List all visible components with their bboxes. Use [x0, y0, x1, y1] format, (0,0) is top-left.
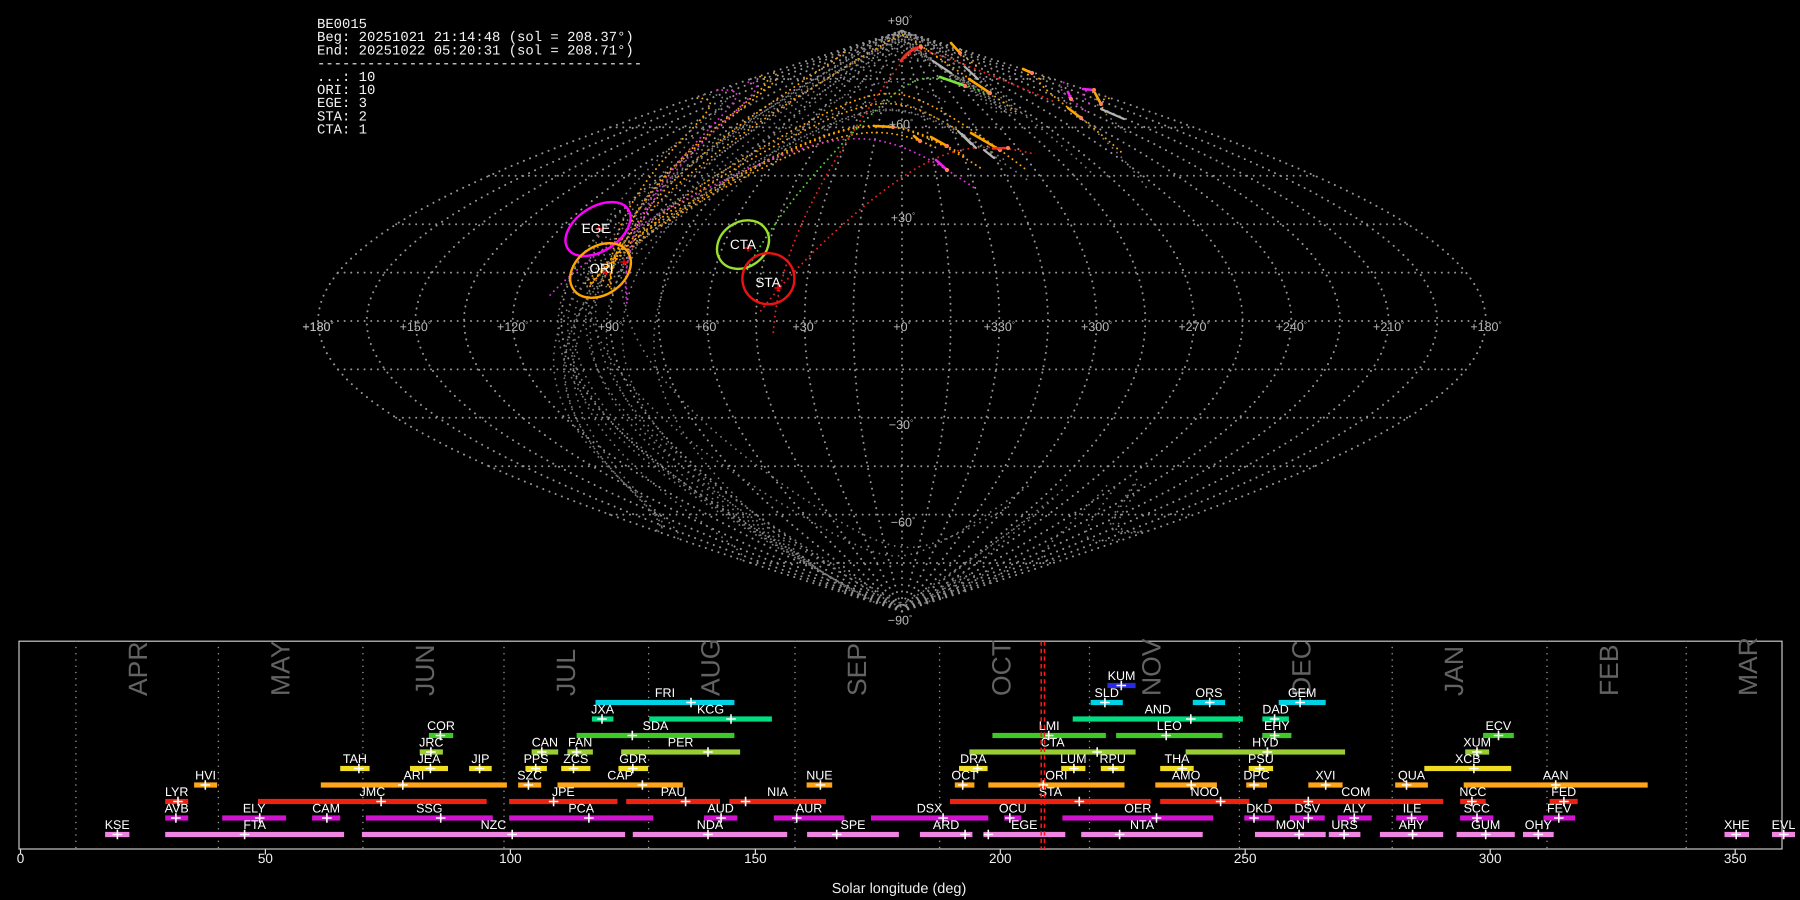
- svg-text:NIA: NIA: [767, 785, 789, 799]
- svg-text:DSX: DSX: [917, 802, 943, 816]
- svg-text:AUR: AUR: [796, 802, 822, 816]
- svg-text:−30°: −30°: [889, 418, 913, 432]
- svg-text:CAN: CAN: [532, 736, 558, 750]
- svg-text:300: 300: [1479, 851, 1502, 866]
- svg-text:350: 350: [1724, 851, 1747, 866]
- svg-text:AUG: AUG: [696, 639, 726, 696]
- svg-text:EHY: EHY: [1264, 719, 1290, 733]
- svg-text:ARI: ARI: [403, 769, 424, 783]
- svg-text:NCC: NCC: [1459, 785, 1486, 799]
- svg-text:PCA: PCA: [568, 802, 594, 816]
- svg-text:LYR: LYR: [165, 785, 188, 799]
- svg-text:COM: COM: [1341, 785, 1370, 799]
- svg-text:THA: THA: [1165, 752, 1191, 766]
- svg-text:+90°: +90°: [888, 14, 912, 28]
- svg-text:MAR: MAR: [1733, 637, 1763, 696]
- svg-text:NTA: NTA: [1130, 818, 1155, 832]
- svg-text:AMO: AMO: [1172, 769, 1201, 783]
- svg-text:EGE: EGE: [582, 221, 611, 236]
- svg-text:PER: PER: [668, 736, 694, 750]
- svg-text:SPE: SPE: [840, 818, 865, 832]
- svg-text:MON: MON: [1276, 818, 1305, 832]
- svg-text:DRA: DRA: [960, 752, 987, 766]
- svg-text:JUN: JUN: [410, 644, 440, 696]
- svg-text:LEO: LEO: [1157, 719, 1182, 733]
- svg-text:+30°: +30°: [792, 320, 816, 334]
- svg-text:HYD: HYD: [1252, 736, 1278, 750]
- svg-text:+150°: +150°: [400, 320, 431, 334]
- svg-text:ARD: ARD: [933, 818, 959, 832]
- svg-text:QUA: QUA: [1398, 769, 1426, 783]
- svg-text:+270°: +270°: [1178, 320, 1209, 334]
- svg-text:STA: STA: [755, 275, 780, 290]
- svg-text:FTA: FTA: [243, 818, 266, 832]
- svg-text:ORI: ORI: [589, 261, 613, 276]
- svg-text:CTA: 1: CTA: 1: [317, 123, 367, 139]
- svg-text:SLD: SLD: [1095, 686, 1119, 700]
- svg-text:PAU: PAU: [661, 785, 686, 799]
- svg-text:DAD: DAD: [1262, 703, 1288, 717]
- svg-text:AND: AND: [1145, 703, 1171, 717]
- svg-text:100: 100: [499, 851, 522, 866]
- svg-text:50: 50: [258, 851, 273, 866]
- svg-text:JPE: JPE: [552, 785, 575, 799]
- svg-text:+180°: +180°: [1470, 320, 1501, 334]
- svg-text:ELY: ELY: [243, 802, 266, 816]
- svg-text:FEB: FEB: [1594, 644, 1624, 696]
- svg-text:NUE: NUE: [806, 769, 832, 783]
- svg-text:+330°: +330°: [984, 320, 1015, 334]
- svg-text:TAH: TAH: [343, 752, 367, 766]
- svg-text:+210°: +210°: [1373, 320, 1404, 334]
- svg-text:OCT: OCT: [987, 640, 1017, 696]
- svg-text:DPC: DPC: [1243, 769, 1269, 783]
- svg-text:GEM: GEM: [1288, 686, 1316, 700]
- svg-text:+30°: +30°: [891, 211, 915, 225]
- svg-text:XCB: XCB: [1455, 752, 1481, 766]
- svg-text:NOV: NOV: [1137, 638, 1167, 696]
- svg-text:CAP: CAP: [607, 769, 633, 783]
- svg-text:FRI: FRI: [655, 686, 675, 700]
- svg-text:ZCS: ZCS: [563, 752, 588, 766]
- svg-text:+240°: +240°: [1276, 320, 1307, 334]
- svg-text:DKD: DKD: [1246, 802, 1272, 816]
- svg-text:JUL: JUL: [551, 649, 581, 696]
- svg-text:NDA: NDA: [697, 818, 724, 832]
- svg-text:ORI: ORI: [1045, 769, 1067, 783]
- svg-text:MAY: MAY: [265, 640, 295, 696]
- svg-text:SZC: SZC: [517, 769, 542, 783]
- svg-text:EGE: EGE: [1011, 818, 1037, 832]
- svg-text:−90°: −90°: [888, 613, 912, 627]
- svg-text:PSU: PSU: [1248, 752, 1274, 766]
- svg-text:+180°: +180°: [302, 320, 333, 334]
- svg-text:−60°: −60°: [891, 516, 915, 530]
- svg-text:JEA: JEA: [418, 752, 442, 766]
- svg-text:200: 200: [989, 851, 1012, 866]
- svg-text:150: 150: [744, 851, 767, 866]
- svg-text:KCG: KCG: [697, 703, 724, 717]
- svg-text:SDA: SDA: [643, 719, 669, 733]
- svg-text:+60°: +60°: [695, 320, 719, 334]
- svg-text:OCT: OCT: [951, 769, 978, 783]
- svg-text:+90°: +90°: [598, 320, 622, 334]
- svg-text:JAN: JAN: [1439, 646, 1469, 696]
- svg-text:NZC: NZC: [481, 818, 507, 832]
- svg-text:SEP: SEP: [842, 643, 872, 696]
- svg-text:OCU: OCU: [999, 802, 1027, 816]
- svg-text:Solar longitude (deg): Solar longitude (deg): [832, 881, 967, 897]
- svg-text:APR: APR: [123, 642, 153, 697]
- svg-text:+60°: +60°: [889, 117, 913, 131]
- svg-text:+120°: +120°: [497, 320, 528, 334]
- svg-text:0: 0: [17, 851, 25, 866]
- svg-text:NOO: NOO: [1191, 785, 1220, 799]
- svg-text:250: 250: [1234, 851, 1257, 866]
- svg-text:JXA: JXA: [591, 703, 615, 717]
- svg-text:SSG: SSG: [416, 802, 442, 816]
- svg-text:CTA: CTA: [730, 237, 756, 252]
- svg-text:OER: OER: [1124, 802, 1151, 816]
- svg-text:STA: STA: [1039, 785, 1063, 799]
- svg-text:FAN: FAN: [568, 736, 592, 750]
- svg-text:+300°: +300°: [1081, 320, 1112, 334]
